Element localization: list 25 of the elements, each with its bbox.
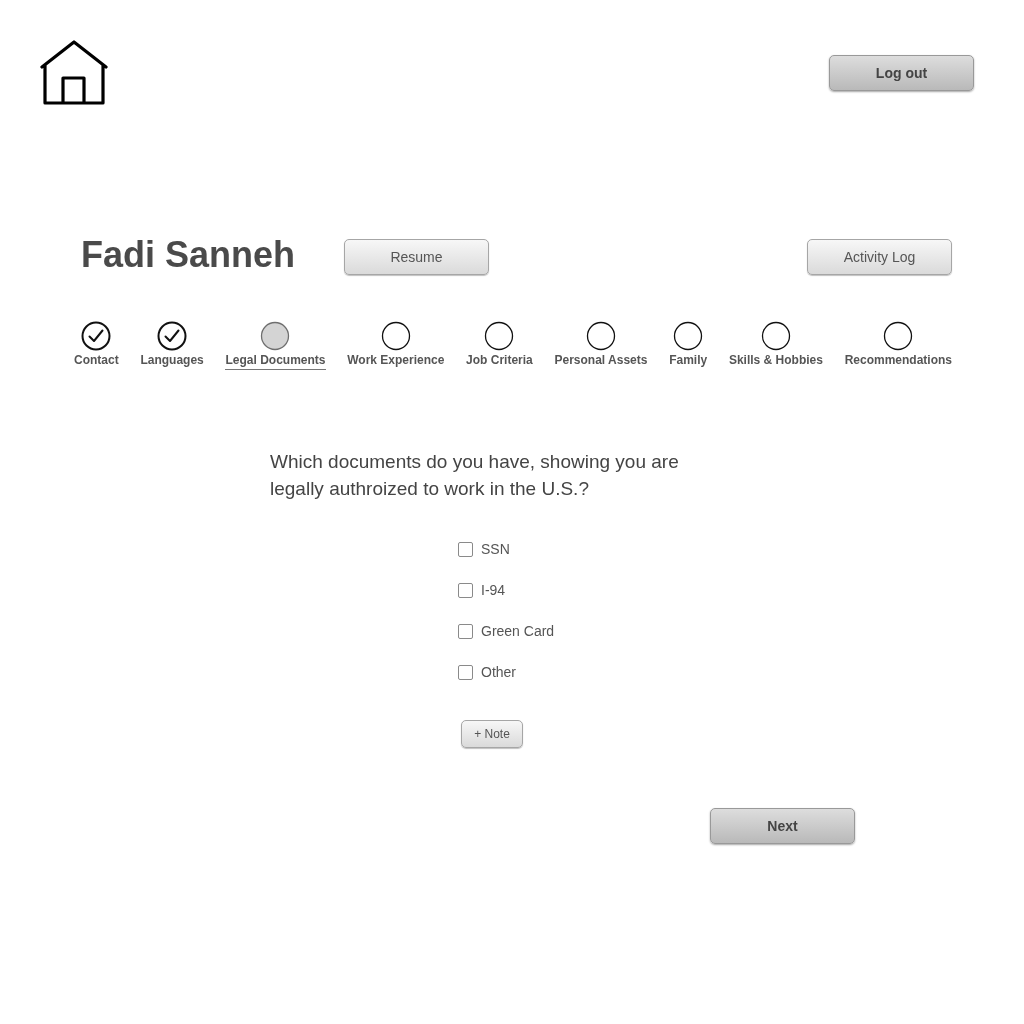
step-tab[interactable]: Contact: [74, 321, 119, 370]
resume-button[interactable]: Resume: [344, 239, 489, 275]
home-icon[interactable]: [40, 40, 108, 106]
step-tab[interactable]: Family: [669, 321, 708, 370]
step-tab[interactable]: Personal Assets: [554, 321, 648, 370]
logout-button[interactable]: Log out: [829, 55, 974, 91]
checkbox[interactable]: [458, 582, 473, 598]
step-tab[interactable]: Languages: [140, 321, 204, 370]
step-tab[interactable]: Job Criteria: [466, 321, 533, 370]
add-note-button[interactable]: + Note: [461, 720, 523, 748]
checkbox[interactable]: [458, 541, 473, 557]
next-button[interactable]: Next: [710, 808, 855, 844]
profile-name: Fadi Sanneh: [81, 235, 297, 275]
option-label: I-94: [481, 582, 506, 598]
checkbox[interactable]: [458, 664, 473, 680]
question-text: Which documents do you have, showing you are legally authroized to work in the U.S.?: [270, 450, 680, 501]
step-tab[interactable]: Work Experience: [347, 321, 445, 370]
option-label: Other: [481, 664, 516, 680]
option-label: Green Card: [481, 623, 555, 639]
option-label: SSN: [481, 541, 510, 557]
step-tab[interactable]: Legal Documents: [225, 321, 326, 370]
activity-log-button[interactable]: Activity Log: [807, 239, 952, 275]
step-tab[interactable]: Recommendations: [844, 321, 952, 370]
step-tab[interactable]: Skills & Hobbies: [728, 321, 823, 370]
checkbox[interactable]: [458, 623, 473, 639]
